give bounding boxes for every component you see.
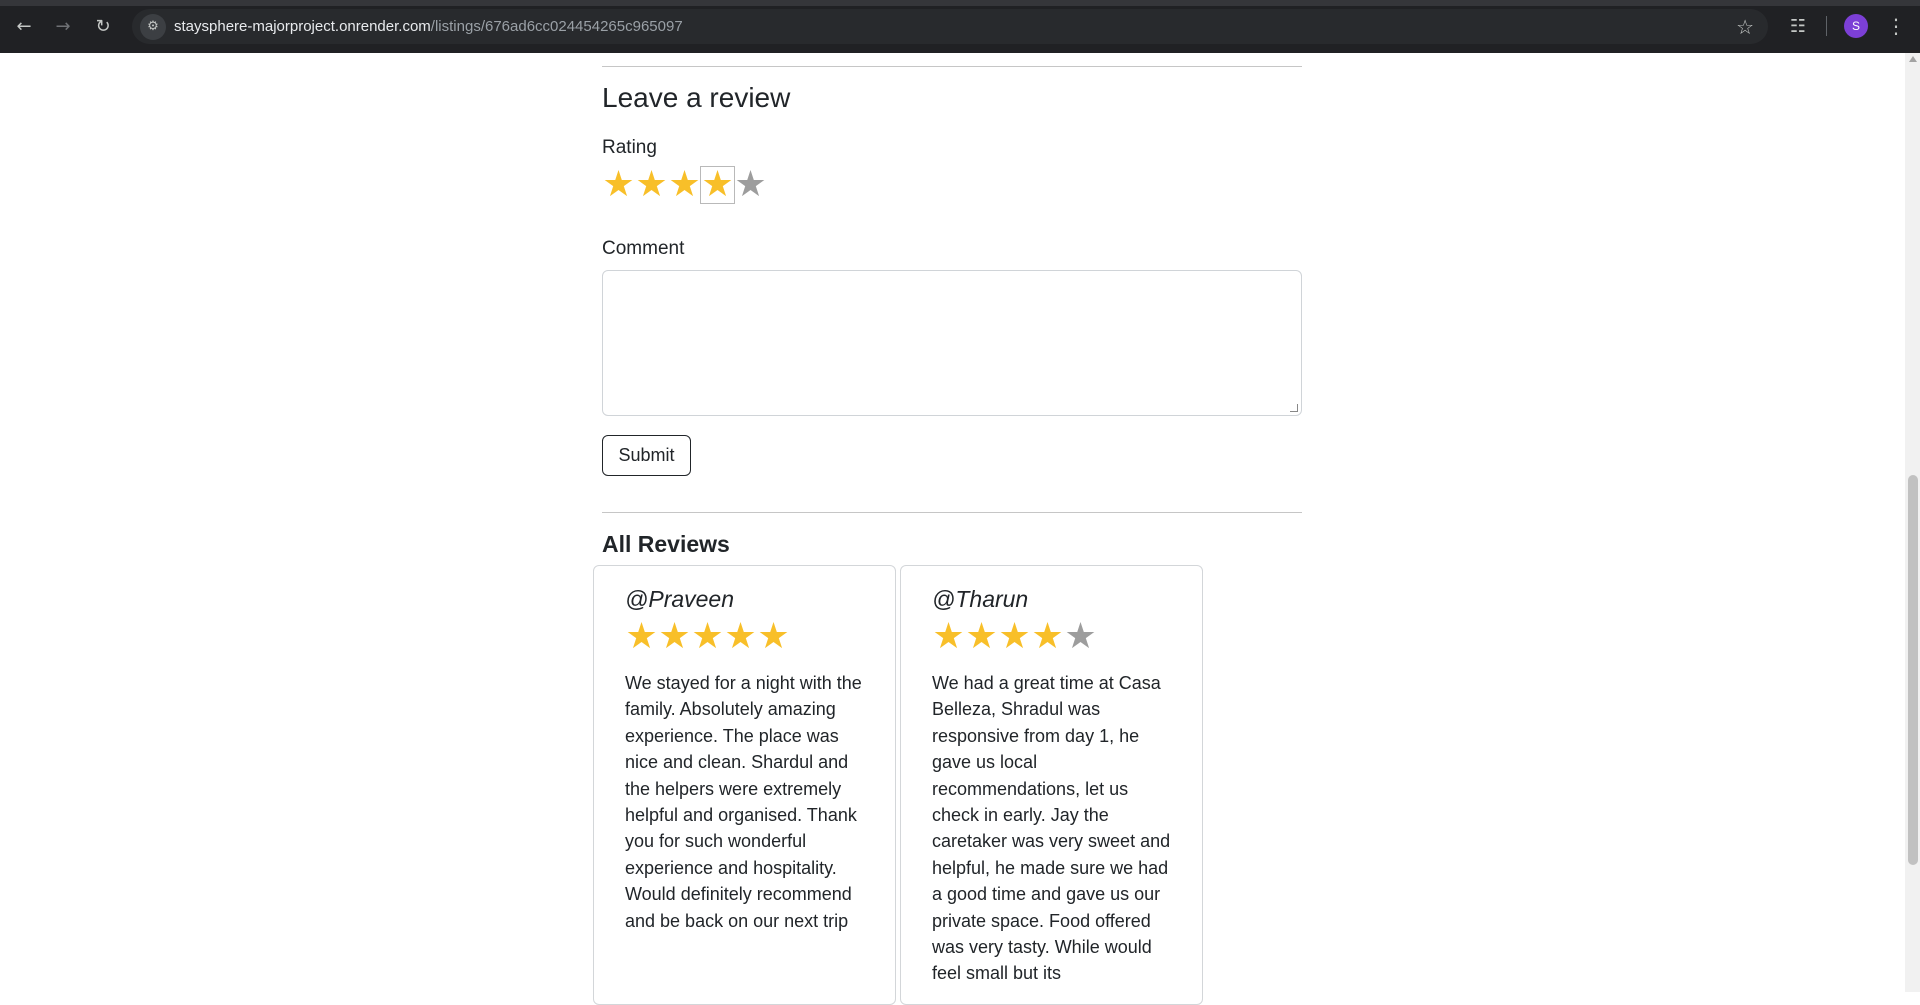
review-star-icon: ★ bbox=[1064, 616, 1097, 657]
bookmark-star-icon[interactable]: ☆ bbox=[1736, 15, 1754, 39]
review-star-icon: ★ bbox=[932, 616, 965, 657]
review-comment: We had a great time at Casa Belleza, Shr… bbox=[932, 673, 1171, 984]
review-card: @Praveen ★ ★ ★ ★ ★ We stayed for a night wit… bbox=[593, 565, 896, 1005]
review-star-icon: ★ bbox=[1031, 616, 1064, 657]
resize-handle-icon[interactable] bbox=[1290, 404, 1298, 412]
review-star-icon: ★ bbox=[998, 616, 1031, 657]
rating-star-4-icon[interactable]: ★ bbox=[700, 166, 735, 204]
reload-icon[interactable]: ↻ bbox=[89, 12, 117, 40]
url-text[interactable]: staysphere-majorproject.onrender.com/lis… bbox=[174, 18, 683, 35]
review-comment: We stayed for a night with the family. A… bbox=[625, 673, 862, 931]
forward-icon[interactable]: → bbox=[49, 12, 77, 40]
rating-label: Rating bbox=[602, 137, 657, 158]
review-star-icon: ★ bbox=[757, 616, 790, 657]
comment-label: Comment bbox=[602, 238, 685, 259]
review-card: @Tharun ★ ★ ★ ★ ★ We had a great time at Cas… bbox=[900, 565, 1203, 1005]
site-info-icon[interactable]: ⚙ bbox=[140, 13, 166, 40]
review-star-icon: ★ bbox=[965, 616, 998, 657]
review-author: @Praveen bbox=[625, 586, 735, 612]
submit-button[interactable]: Submit bbox=[602, 435, 691, 476]
section-divider bbox=[602, 512, 1302, 513]
back-icon[interactable]: ← bbox=[10, 12, 38, 40]
review-stars: ★ ★ ★ ★ ★ bbox=[932, 619, 1097, 655]
url-host: staysphere-majorproject.onrender.com bbox=[174, 18, 431, 35]
rating-star-input[interactable]: ★ ★ ★ ★ ★ bbox=[602, 166, 767, 204]
browser-toolbar: ← → ↻ ⚙ staysphere-majorproject.onrender… bbox=[0, 0, 1920, 53]
scroll-up-arrow-icon[interactable] bbox=[1909, 56, 1917, 62]
review-star-icon: ★ bbox=[625, 616, 658, 657]
scrollbar-thumb[interactable] bbox=[1908, 475, 1918, 865]
rating-star-5-icon[interactable]: ★ bbox=[734, 167, 767, 203]
extensions-icon[interactable]: ☷ bbox=[1784, 12, 1812, 40]
rating-star-1-icon[interactable]: ★ bbox=[602, 167, 635, 203]
profile-avatar[interactable]: S bbox=[1844, 14, 1868, 38]
more-menu-icon[interactable]: ⋮ bbox=[1884, 12, 1908, 40]
comment-textarea[interactable] bbox=[602, 270, 1302, 416]
review-author: @Tharun bbox=[932, 586, 1029, 612]
leave-review-heading: Leave a review bbox=[602, 82, 791, 113]
review-stars: ★ ★ ★ ★ ★ bbox=[625, 619, 790, 655]
toolbar-divider bbox=[1826, 16, 1827, 36]
review-star-icon: ★ bbox=[691, 616, 724, 657]
rating-star-2-icon[interactable]: ★ bbox=[635, 167, 668, 203]
rating-star-3-icon[interactable]: ★ bbox=[668, 167, 701, 203]
tab-strip bbox=[0, 0, 1920, 6]
url-path: /listings/676ad6cc024454265c965097 bbox=[430, 18, 683, 35]
all-reviews-heading: All Reviews bbox=[602, 531, 730, 557]
address-bar[interactable]: ⚙ staysphere-majorproject.onrender.com/l… bbox=[132, 9, 1768, 44]
section-divider bbox=[602, 66, 1302, 67]
review-star-icon: ★ bbox=[724, 616, 757, 657]
review-star-icon: ★ bbox=[658, 616, 691, 657]
